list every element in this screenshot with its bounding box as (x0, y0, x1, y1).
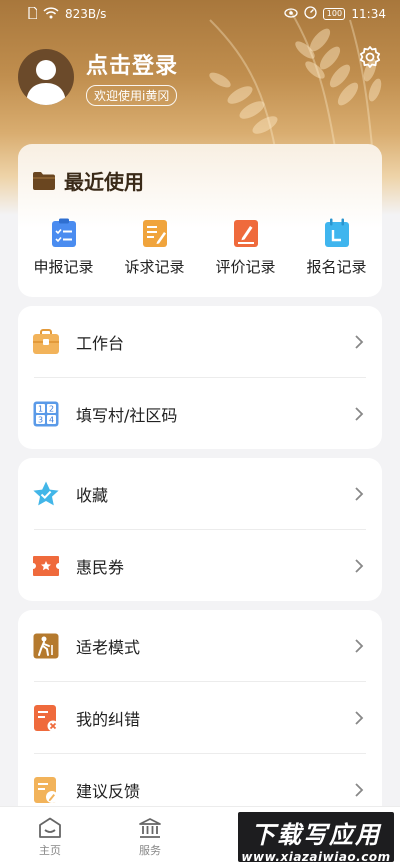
login-title[interactable]: 点击登录 (86, 48, 178, 80)
appeal-record-icon (142, 220, 167, 247)
welcome-badge: 欢迎使用i黄冈 (86, 85, 178, 106)
menu-group-settings: 适老模式 我的纠错 建议反馈 (18, 610, 382, 825)
error-correction-row[interactable]: 我的纠错 (18, 682, 382, 754)
evaluation-record-icon (233, 220, 258, 247)
site-watermark: 下载写应用 www.xiazaiwiao.com (238, 812, 394, 864)
status-bar: 823B/s 100 11:34 (0, 0, 400, 28)
elderly-mode-icon (32, 632, 60, 660)
login-area[interactable]: 点击登录 欢迎使用i黄冈 (18, 48, 178, 106)
community-code-label: 填写村/社区码 (76, 406, 178, 425)
avatar[interactable] (18, 49, 74, 105)
registration-record-icon (324, 218, 349, 247)
recent-usage-heading: 最近使用 (32, 166, 144, 195)
registration-record-button[interactable]: 报名记录 (291, 218, 382, 277)
registration-record-label: 报名记录 (306, 258, 367, 276)
folder-icon (33, 171, 55, 190)
battery-icon: 100 (323, 8, 346, 20)
evaluation-record-label: 评价记录 (215, 258, 276, 276)
speedometer-icon (304, 6, 318, 22)
workbench-label: 工作台 (76, 334, 125, 353)
chevron-right-icon (355, 783, 364, 797)
appeal-record-label: 诉求记录 (124, 258, 185, 276)
elderly-mode-row[interactable]: 适老模式 (18, 610, 382, 682)
recent-usage-card: 最近使用 申报记录 诉求记录 评价记录 报名记录 (18, 144, 382, 297)
service-building-icon (139, 818, 161, 838)
favorites-row[interactable]: 收藏 (18, 458, 382, 530)
menu-group-workspace: 工作台 1 2 3 4 填写村/社区码 (18, 306, 382, 449)
feedback-icon (32, 776, 60, 804)
eye-icon (284, 7, 299, 21)
svg-text:4: 4 (49, 416, 54, 425)
star-icon (32, 480, 60, 508)
chevron-right-icon (355, 407, 364, 421)
chevron-right-icon (355, 487, 364, 501)
feedback-label: 建议反馈 (76, 782, 141, 801)
coupon-label: 惠民券 (76, 558, 125, 577)
coupon-row[interactable]: 惠民券 (18, 530, 382, 602)
declaration-record-button[interactable]: 申报记录 (18, 218, 109, 277)
chevron-right-icon (355, 711, 364, 725)
wifi-icon (43, 6, 59, 22)
number-grid-icon: 1 2 3 4 (32, 400, 60, 428)
chevron-right-icon (355, 639, 364, 653)
nav-home-label: 主页 (39, 844, 61, 857)
svg-text:2: 2 (49, 405, 54, 414)
briefcase-icon (32, 328, 60, 356)
coupon-icon (32, 552, 60, 580)
nav-home[interactable]: 主页 (0, 807, 100, 866)
nav-service-label: 服务 (139, 844, 161, 857)
chevron-right-icon (355, 559, 364, 573)
home-icon (39, 817, 61, 838)
sim-card-icon (28, 5, 38, 22)
declaration-record-label: 申报记录 (33, 258, 94, 276)
watermark-title: 下载写应用 (251, 821, 381, 849)
watermark-url: www.xiazaiwiao.com (241, 850, 391, 864)
declaration-record-icon (51, 218, 76, 247)
settings-gear-icon[interactable] (358, 45, 382, 69)
clock: 11:34 (351, 7, 386, 21)
community-code-row[interactable]: 1 2 3 4 填写村/社区码 (18, 378, 382, 450)
favorites-label: 收藏 (76, 486, 109, 505)
appeal-record-button[interactable]: 诉求记录 (109, 218, 200, 277)
evaluation-record-button[interactable]: 评价记录 (200, 218, 291, 277)
svg-text:3: 3 (38, 416, 43, 425)
workbench-row[interactable]: 工作台 (18, 306, 382, 378)
chevron-right-icon (355, 335, 364, 349)
user-silhouette-icon (26, 60, 66, 105)
menu-group-favorites: 收藏 惠民券 (18, 458, 382, 601)
error-correction-label: 我的纠错 (76, 710, 141, 729)
network-speed: 823B/s (65, 7, 107, 21)
svg-text:1: 1 (38, 405, 43, 414)
nav-service[interactable]: 服务 (100, 807, 200, 866)
elderly-mode-label: 适老模式 (76, 638, 141, 657)
recent-usage-title: 最近使用 (64, 170, 144, 194)
error-correction-icon (32, 704, 60, 732)
